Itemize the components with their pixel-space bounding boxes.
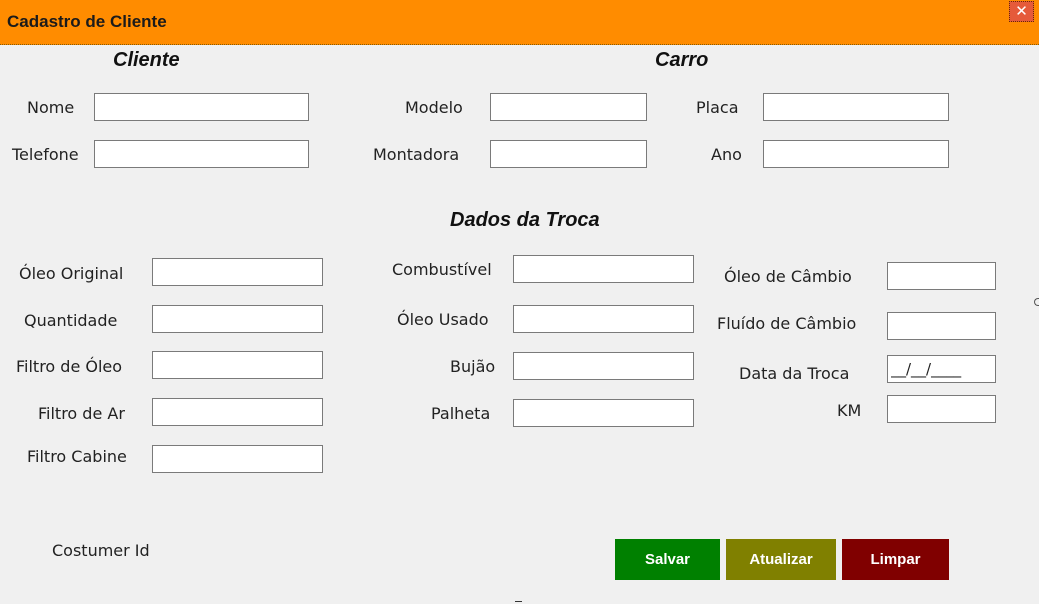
combustivel-label: Combustível <box>392 260 492 279</box>
bujao-input[interactable] <box>513 352 694 380</box>
fluido-cambio-label: Fluído de Câmbio <box>717 314 857 333</box>
bottom-resize-handle[interactable] <box>515 601 522 602</box>
placa-input[interactable] <box>763 93 949 121</box>
data-troca-label: Data da Troca <box>739 364 850 383</box>
limpar-button[interactable]: Limpar <box>842 539 949 580</box>
data-troca-input[interactable] <box>887 355 996 383</box>
filtro-ar-input[interactable] <box>152 398 323 426</box>
combustivel-input[interactable] <box>513 255 694 283</box>
quantidade-label: Quantidade <box>24 311 118 330</box>
filtro-cabine-input[interactable] <box>152 445 323 473</box>
window-title: Cadastro de Cliente <box>7 12 167 31</box>
modelo-input[interactable] <box>490 93 647 121</box>
oleo-cambio-label: Óleo de Câmbio <box>724 267 852 286</box>
atualizar-button[interactable]: Atualizar <box>726 539 836 580</box>
section-title-cliente: Cliente <box>113 49 180 71</box>
nome-label: Nome <box>27 98 75 117</box>
ano-label: Ano <box>711 145 742 164</box>
costumer-id-label: Costumer Id <box>52 541 150 560</box>
title-bar: Cadastro de Cliente ✕ <box>0 0 1039 45</box>
filtro-ar-label: Filtro de Ar <box>38 404 125 423</box>
filtro-cabine-label: Filtro Cabine <box>27 447 127 466</box>
montadora-input[interactable] <box>490 140 647 168</box>
section-title-carro: Carro <box>655 49 709 71</box>
placa-label: Placa <box>696 98 739 117</box>
palheta-input[interactable] <box>513 399 694 427</box>
oleo-original-input[interactable] <box>152 258 323 286</box>
section-title-dados-troca: Dados da Troca <box>450 209 600 231</box>
salvar-button[interactable]: Salvar <box>615 539 720 580</box>
quantidade-input[interactable] <box>152 305 323 333</box>
bujao-label: Bujão <box>450 357 496 376</box>
palheta-label: Palheta <box>431 404 491 423</box>
km-label: KM <box>837 401 862 420</box>
montadora-label: Montadora <box>373 145 460 164</box>
telefone-input[interactable] <box>94 140 309 168</box>
modelo-label: Modelo <box>405 98 463 117</box>
nome-input[interactable] <box>94 93 309 121</box>
resize-handle[interactable] <box>1034 298 1039 306</box>
telefone-label: Telefone <box>12 145 79 164</box>
close-icon: ✕ <box>1015 2 1028 20</box>
close-button[interactable]: ✕ <box>1009 1 1034 22</box>
filtro-oleo-label: Filtro de Óleo <box>16 357 123 376</box>
oleo-usado-input[interactable] <box>513 305 694 333</box>
fluido-cambio-input[interactable] <box>887 312 996 340</box>
oleo-original-label: Óleo Original <box>19 264 124 283</box>
filtro-oleo-input[interactable] <box>152 351 323 379</box>
oleo-cambio-input[interactable] <box>887 262 996 290</box>
oleo-usado-label: Óleo Usado <box>397 310 489 329</box>
km-input[interactable] <box>887 395 996 423</box>
ano-input[interactable] <box>763 140 949 168</box>
